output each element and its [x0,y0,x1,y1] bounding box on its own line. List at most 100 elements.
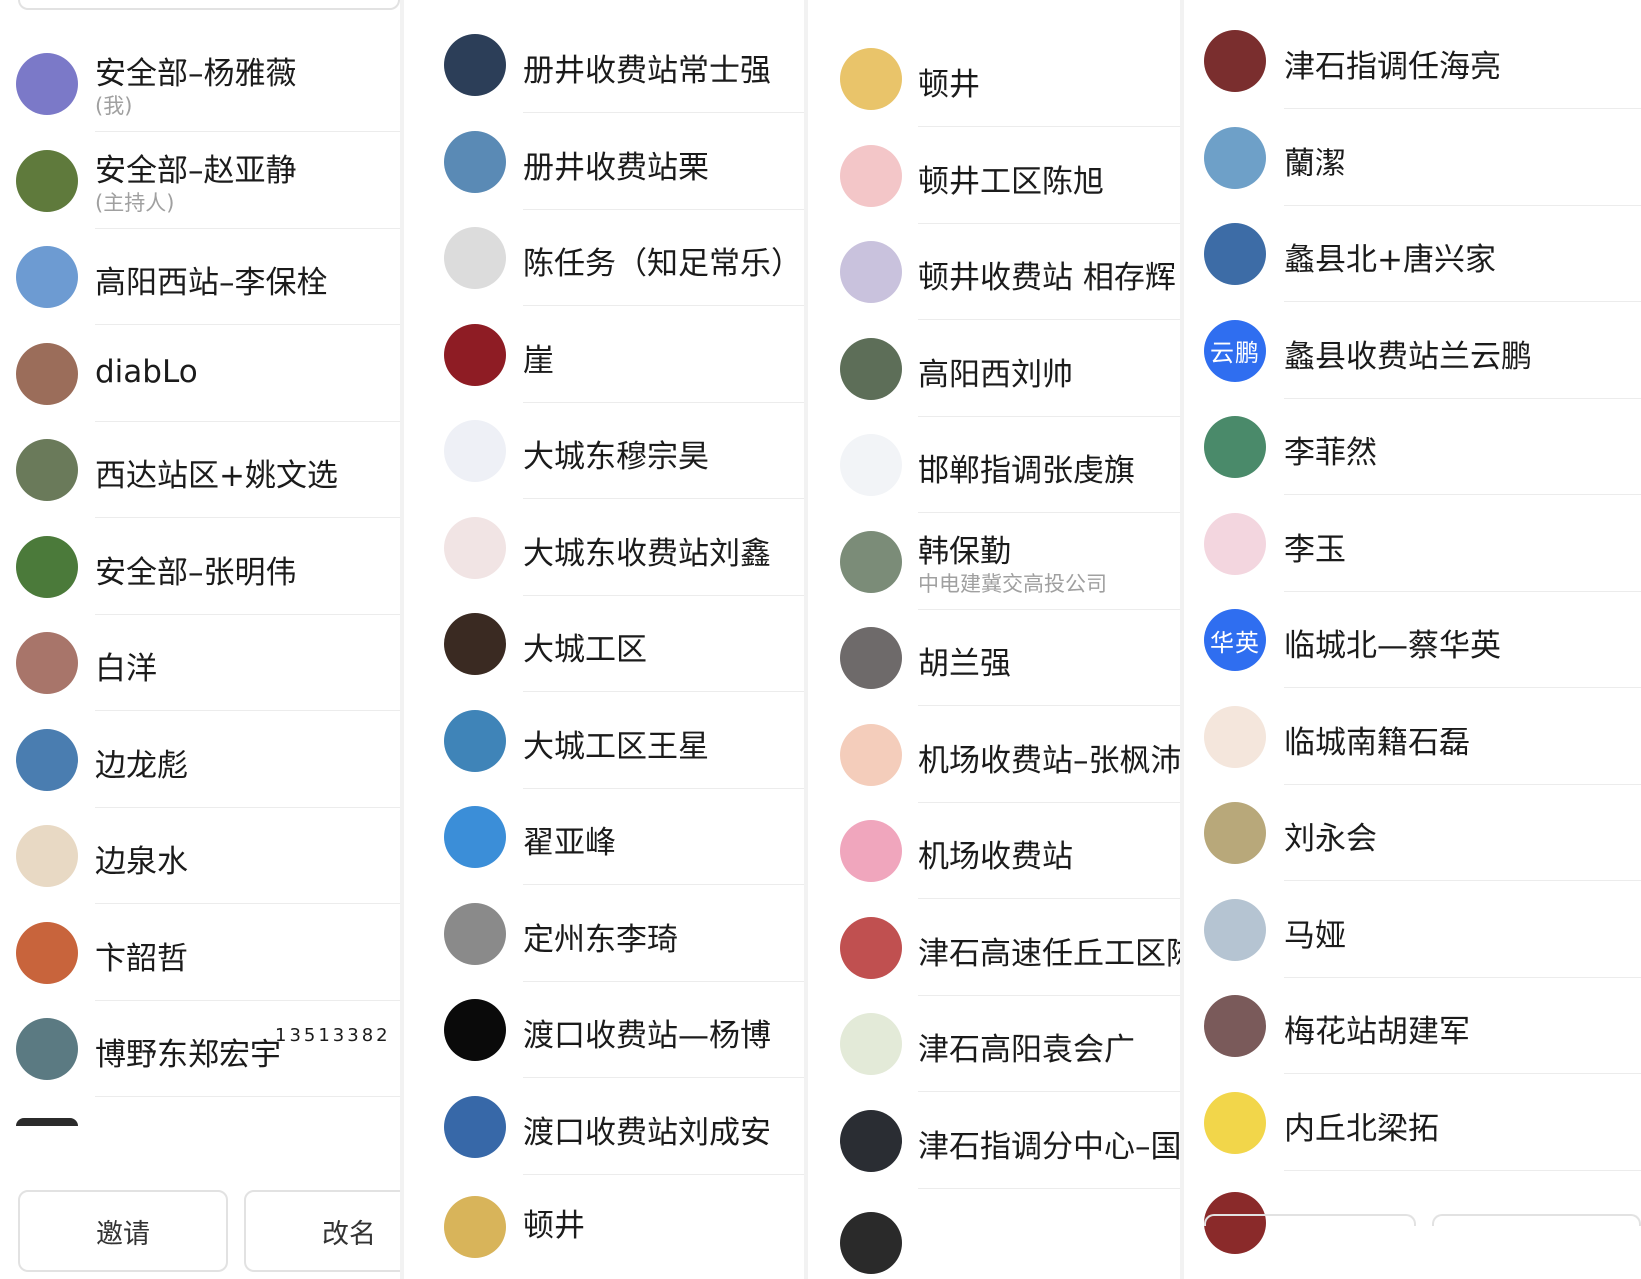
participant-row[interactable]: 高阳西刘帅 [808,320,1180,417]
participant-name: 机场收费站–张枫沛 [918,742,1180,779]
participant-row[interactable]: 津石高速任丘工区陈 [808,899,1180,996]
participant-row[interactable]: 机场收费站–张枫沛 [808,706,1180,803]
participant-row[interactable]: 津石指调分中心–国 [808,1092,1180,1189]
beach-photo-icon [840,916,902,979]
child-bw-photo-icon [444,902,506,965]
participant-row[interactable]: 边泉水 [0,808,400,905]
row-separator [95,1096,400,1098]
participant-row[interactable]: 邯郸指调张虔旗 [808,417,1180,514]
participant-row[interactable]: 顿井收费站 相存辉 [808,224,1180,321]
participant-row[interactable]: 定州东李琦 [404,885,804,982]
woman-red-dress-icon [1204,30,1266,92]
participant-row[interactable]: 顿井 [808,31,1180,128]
participant-row[interactable]: 卞韶哲 [0,904,400,1001]
participant-row[interactable]: 渡口收费站刘成安 [404,1078,804,1175]
figurine-photo-icon [16,342,78,405]
seaside-photo-icon [444,709,506,772]
participant-name: 蠡县北+唐兴家 [1284,242,1496,278]
participant-row[interactable]: 临城南籍石磊 [1184,688,1641,785]
participant-row[interactable]: 高阳西站–李保栓 [0,229,400,326]
calligraphy-icon [840,1013,902,1075]
participant-row[interactable]: 韩保勤 中电建冀交高投公司 [808,513,1180,610]
participant-row[interactable]: 顿井工区陈旭 [808,127,1180,224]
dog-hoodie-photo-icon [444,613,506,675]
participant-row[interactable]: 白洋 [0,615,400,712]
participant-row[interactable]: 津石高阳袁会广 [808,996,1180,1093]
field-photo-icon [16,149,78,212]
participant-name: 津石高速任丘工区陈 [918,935,1180,972]
participant-row[interactable]: 大城东收费站刘鑫 [404,499,804,596]
bottom-button-edge[interactable] [1432,1214,1641,1226]
participant-row[interactable]: 马娅 [1184,881,1641,978]
grassland-photo-icon [444,1095,506,1158]
participant-name: 津石指调分中心–国 [918,1128,1180,1165]
participants-column-3: 顿井 顿井工区陈旭顿井收费站 相存辉 高阳西刘帅邯郸指调张虔旗韩保勤 中电建冀交高投公… [808,0,1180,1279]
sprout-sky-photo-icon [444,806,506,868]
participant-row[interactable]: 渡口收费站—杨博 [404,982,804,1079]
participant-row[interactable]: 津石指调任海亮 [1184,13,1641,110]
participant-row[interactable]: 大城东穆宗昊 [404,403,804,500]
participant-row[interactable]: 安全部–张明伟 [0,518,400,615]
participant-name: 安全部–张明伟 [95,554,297,591]
participant-name: 顿井收费站 相存辉 [918,260,1176,296]
participant-row[interactable]: 崖 [404,306,804,403]
participant-name: 大城工区王星 [523,728,709,765]
participant-row[interactable]: 刘永会 [1184,785,1641,882]
participant-row[interactable]: 西达站区+姚文选 [0,422,400,519]
participant-name: 邯郸指调张虔旗 [918,453,1135,489]
text-avatar-icon: 云鹏 [1204,319,1266,382]
participant-row[interactable]: 云鹏 蠡县收费站兰云鹏 [1184,302,1641,399]
participant-subtitle: (我) [95,94,133,118]
participant-row[interactable]: 大城工区王星 [404,692,804,789]
participant-row[interactable]: 博野东郑宏宇 13513382 [0,1001,400,1098]
invite-button[interactable]: 邀请 [18,1190,228,1272]
participant-row[interactable]: 梅花站胡建军 [1184,978,1641,1075]
lily-of-valley-icon [1204,126,1266,189]
bamboo-swing-icon [840,241,902,303]
participant-name: 大城工区 [523,632,647,668]
participant-row[interactable]: 翟亚峰 [404,789,804,886]
participant-row[interactable]: 安全部–杨雅薇 (我) [0,36,400,133]
participant-name: 蠡县收费站兰云鹏 [1284,338,1532,375]
participant-row[interactable]: 李玉 [1184,495,1641,592]
participant-row[interactable]: 李菲然 [1184,399,1641,496]
participant-row[interactable]: 胡兰强 [808,610,1180,707]
participant-row[interactable]: 陈任务（知足常乐） [404,210,804,307]
sky-photo-icon [16,53,78,115]
mountain-sky-photo-icon [444,130,506,193]
rename-button[interactable]: 改名 [244,1190,400,1272]
temple-painting-icon [1204,802,1266,864]
participant-row[interactable]: 机场收费站 [808,803,1180,900]
participant-name: 翟亚峰 [523,825,616,861]
participant-name: 高阳西刘帅 [918,356,1073,393]
participant-row[interactable]: 册井收费站栗 [404,113,804,210]
participant-name: 册井收费站常士强 [523,53,771,89]
participant-name: 机场收费站 [918,839,1073,875]
participant-row[interactable]: 内丘北梁拓 [1184,1074,1641,1171]
participant-row[interactable]: 蘭潔 [1184,109,1641,206]
participant-name: 渡口收费站—杨博 [523,1018,771,1054]
hands-photo-icon [16,632,78,694]
cartoon-character-icon [840,337,902,400]
participant-row[interactable]: diabLo [0,325,400,422]
search-bar-edge[interactable] [18,0,400,10]
participant-name: 临城北—蔡华英 [1284,628,1501,664]
participant-name: 韩保勤 [918,533,1011,570]
participant-row[interactable]: 蠡县北+唐兴家 [1184,206,1641,303]
participant-row[interactable]: 册井收费站常士强 [404,17,804,114]
participant-name: 边泉水 [95,844,188,880]
participants-column-2: 册井收费站常士强册井收费站栗 陈任务（知足常乐） 崖大城东穆宗昊 大城东收费站刘鑫大城… [404,0,804,1279]
outdoor-photo-icon [16,1018,78,1080]
cat-cartoon-icon [16,921,78,984]
partial-participant-name: 顿井 [523,1208,585,1244]
participant-row[interactable]: 大城工区 [404,596,804,693]
participant-row[interactable]: 华英 临城北—蔡华英 [1184,592,1641,689]
bottom-button-edge[interactable] [1204,1214,1416,1226]
rose-heart-photo-icon [444,323,506,386]
participant-name: 内丘北梁拓 [1284,1110,1439,1147]
cartoon-man-icon [840,434,902,496]
participant-row[interactable]: 边龙彪 [0,711,400,808]
mountain-photo-icon [16,439,78,501]
participant-row[interactable]: 安全部–赵亚静 (主持人) [0,132,400,229]
participant-name: 渡口收费站刘成安 [523,1114,771,1151]
